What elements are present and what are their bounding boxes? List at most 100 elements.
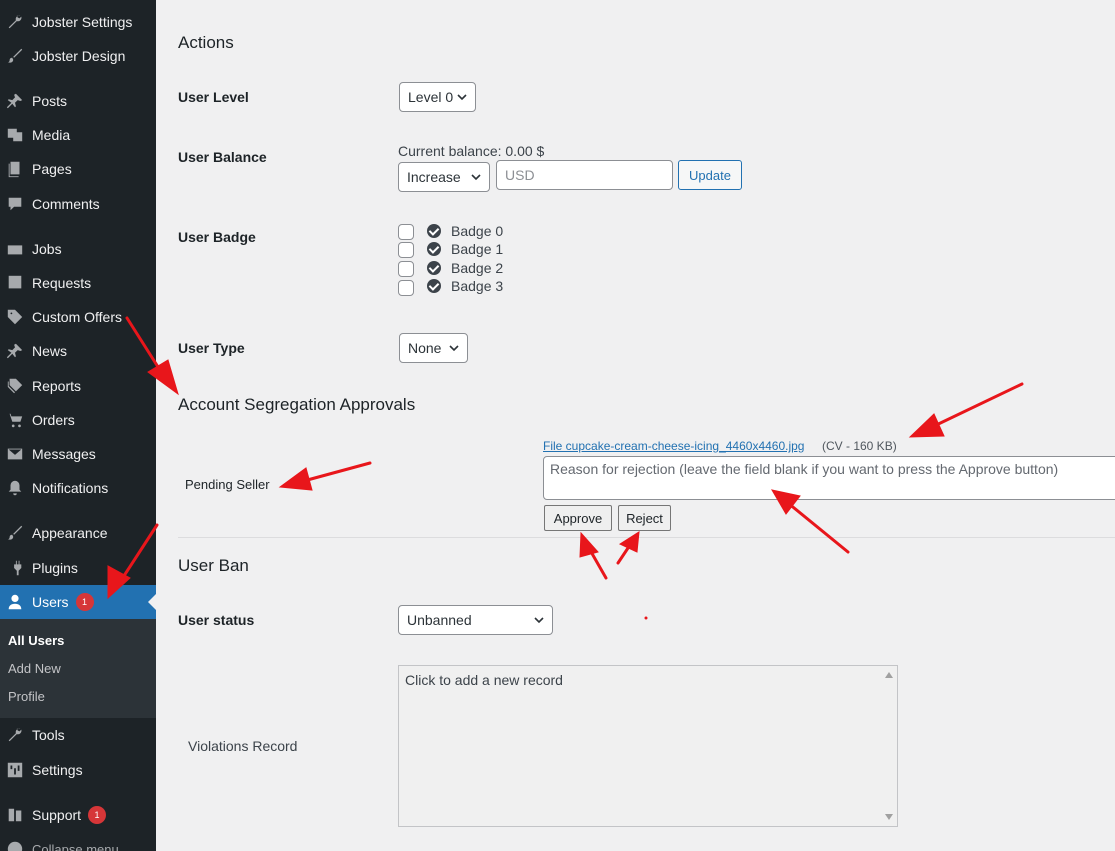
violations-record-box[interactable]: Click to add a new record — [398, 665, 898, 827]
badge-1-label: Badge 1 — [451, 241, 504, 257]
chevron-down-icon — [534, 617, 544, 624]
user-status-select[interactable]: Unbanned — [398, 605, 553, 635]
balance-operation-select[interactable]: Increase — [398, 162, 490, 192]
sidebar-item-news[interactable]: News — [0, 334, 156, 368]
submenu-all-users[interactable]: All Users — [8, 633, 64, 648]
rejection-reason-textarea[interactable]: Reason for rejection (leave the field bl… — [543, 456, 1115, 500]
sidebar-item-appearance[interactable]: Appearance — [0, 516, 156, 550]
sidebar-item-messages[interactable]: Messages — [0, 437, 156, 471]
user-badge-label: User Badge — [178, 229, 256, 245]
check-circle-icon — [427, 279, 441, 293]
sidebar-collapse-menu[interactable]: Collapse menu — [0, 832, 156, 851]
user-type-select[interactable]: None — [399, 333, 468, 363]
sidebar-item-label: Pages — [32, 161, 72, 177]
rejection-reason-placeholder: Reason for rejection (leave the field bl… — [550, 461, 1059, 477]
badge-2-checkbox[interactable] — [398, 261, 414, 277]
sidebar-item-settings[interactable]: Settings — [0, 753, 156, 787]
annotation-arrowhead — [618, 531, 640, 553]
pin-icon — [5, 341, 25, 361]
cv-file-meta: (CV - 160 KB) — [822, 439, 897, 453]
user-level-select[interactable]: Level 0 — [399, 82, 476, 112]
stray-dot — [644, 616, 648, 620]
users-submenu: All Users Add New Profile — [0, 619, 156, 718]
cart-icon — [5, 410, 25, 430]
segregation-heading: Account Segregation Approvals — [178, 395, 416, 414]
annotation-arrow — [298, 461, 372, 484]
approve-button[interactable]: Approve — [544, 505, 612, 531]
sidebar-item-custom-offers[interactable]: Custom Offers — [0, 300, 156, 334]
sidebar-item-comments[interactable]: Comments — [0, 187, 156, 221]
sidebar-item-posts[interactable]: Posts — [0, 84, 156, 118]
balance-operation-value: Increase — [407, 169, 461, 185]
media-icon — [5, 125, 25, 145]
tag-icon — [5, 307, 25, 327]
comment-icon — [5, 194, 25, 214]
sidebar-item-reports[interactable]: Reports — [0, 369, 156, 403]
actions-heading: Actions — [178, 33, 234, 52]
sidebar-item-tools[interactable]: Tools — [0, 718, 156, 752]
job-icon — [5, 239, 25, 259]
cv-file-link[interactable]: File cupcake-cream-cheese-icing_4460x446… — [543, 439, 804, 453]
submenu-profile[interactable]: Profile — [8, 689, 45, 704]
annotation-arrowhead — [908, 413, 945, 438]
user-status-value: Unbanned — [407, 612, 472, 628]
badge-1-checkbox[interactable] — [398, 242, 414, 258]
record-scrollbar[interactable] — [881, 666, 897, 826]
sidebar-item-label: Media — [32, 127, 71, 143]
sidebar-item-label: Appearance — [32, 525, 108, 541]
badge-3-checkbox[interactable] — [398, 280, 414, 296]
sidebar-item-label: Messages — [32, 446, 96, 462]
check-circle-icon — [427, 242, 441, 256]
annotation-arrow — [786, 501, 850, 554]
user-type-value: None — [408, 340, 442, 356]
plugin-icon — [5, 558, 25, 578]
sidebar-item-label: Notifications — [32, 480, 109, 496]
pending-seller-label: Pending Seller — [185, 477, 270, 492]
sidebar-item-jobster-settings[interactable]: Jobster Settings — [0, 5, 156, 39]
sidebar-item-label: Tools — [32, 727, 65, 743]
sidebar-item-label: Plugins — [32, 560, 78, 576]
wrench-icon — [5, 12, 25, 32]
user-status-label: User status — [178, 612, 255, 628]
sidebar-item-label: Comments — [32, 196, 100, 212]
scroll-down-icon[interactable] — [885, 814, 893, 820]
user-level-label: User Level — [178, 89, 249, 105]
annotation-arrow — [616, 543, 632, 565]
sidebar-item-media[interactable]: Media — [0, 118, 156, 152]
submenu-add-new[interactable]: Add New — [8, 661, 61, 676]
badge-0-checkbox[interactable] — [398, 224, 414, 240]
scroll-up-icon[interactable] — [885, 672, 893, 678]
current-balance-text: Current balance: 0.00 $ — [398, 143, 545, 159]
sidebar-item-jobs[interactable]: Jobs — [0, 232, 156, 266]
chevron-down-icon — [449, 345, 459, 352]
sidebar-item-label: Collapse menu — [32, 841, 119, 851]
section-divider — [178, 537, 1115, 538]
chevron-down-icon — [471, 174, 481, 181]
balance-amount-placeholder: USD — [505, 167, 535, 183]
sidebar-item-notifications[interactable]: Notifications — [0, 471, 156, 505]
sidebar-item-label: Custom Offers — [32, 309, 122, 325]
sidebar-item-users[interactable]: Users 1 — [0, 585, 156, 619]
annotation-arrow — [588, 548, 608, 580]
chevron-down-icon — [457, 94, 467, 101]
collapse-icon — [5, 839, 25, 851]
sidebar-item-plugins[interactable]: Plugins — [0, 551, 156, 585]
badge-0-label: Badge 0 — [451, 223, 504, 239]
balance-amount-input[interactable]: USD — [496, 160, 673, 190]
sidebar-item-label: Users — [32, 594, 69, 610]
reject-button[interactable]: Reject — [618, 505, 671, 531]
sidebar-item-jobster-design[interactable]: Jobster Design — [0, 39, 156, 73]
sidebar-item-orders[interactable]: Orders — [0, 403, 156, 437]
sidebar-item-requests[interactable]: Requests — [0, 266, 156, 300]
violations-record-text: Click to add a new record — [405, 672, 563, 688]
sidebar-item-support[interactable]: Support 1 — [0, 798, 156, 832]
user-level-value: Level 0 — [408, 89, 454, 105]
update-balance-button[interactable]: Update — [678, 160, 742, 190]
sidebar-item-label: Jobster Design — [32, 48, 126, 64]
sidebar-item-label: Support — [32, 807, 82, 823]
sidebar-item-pages[interactable]: Pages — [0, 152, 156, 186]
tags-icon — [5, 376, 25, 396]
annotation-arrow — [928, 382, 1024, 430]
badge-3-label: Badge 3 — [451, 278, 504, 294]
pin-icon — [5, 91, 25, 111]
